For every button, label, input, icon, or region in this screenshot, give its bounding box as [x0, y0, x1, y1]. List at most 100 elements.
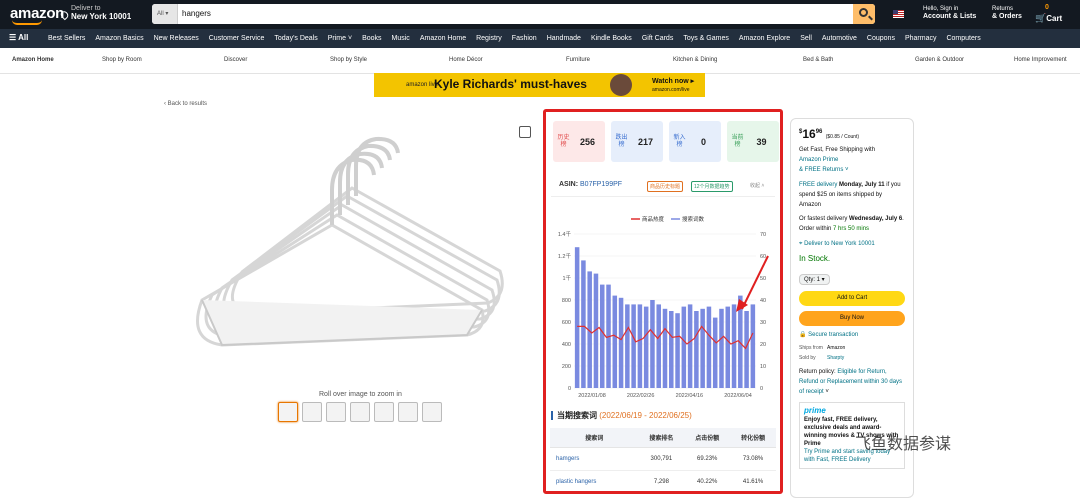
nav-item[interactable]: Music — [387, 29, 415, 48]
nav-item[interactable]: Books — [357, 29, 386, 48]
table-cell: 73.08% — [730, 447, 776, 471]
banner-cta[interactable]: Watch now ▸ amazon.com/live — [652, 78, 694, 94]
prime-link[interactable]: Amazon Prime — [799, 157, 838, 163]
table-header[interactable]: 转化份额 — [730, 428, 776, 448]
share-icon[interactable] — [519, 126, 531, 138]
search-category-select[interactable]: All ▾ — [152, 4, 178, 24]
search-input[interactable]: hangers — [182, 4, 211, 24]
chart-bar — [612, 295, 618, 388]
nav-item[interactable]: Amazon Basics — [90, 29, 148, 48]
nav-item[interactable]: Best Sellers — [43, 29, 90, 48]
nav-item[interactable]: Customer Service — [204, 29, 270, 48]
subnav-item-home-improvement[interactable]: Home Improvement — [1014, 57, 1067, 63]
table-header[interactable]: 搜索词 — [550, 428, 639, 448]
thumbnail[interactable] — [350, 402, 370, 422]
thumbnail[interactable] — [326, 402, 346, 422]
rank-card[interactable]: 新入榜 0 — [669, 121, 721, 162]
nav-item[interactable]: Amazon Explore — [734, 29, 795, 48]
account-menu[interactable]: Hello, Sign in Account & Lists — [923, 5, 976, 21]
nav-item[interactable]: New Releases — [149, 29, 204, 48]
thumbnail[interactable] — [398, 402, 418, 422]
table-header[interactable]: 搜索排名 — [638, 428, 685, 448]
lock-icon: 🔒 — [799, 332, 807, 338]
nav-item[interactable]: Automotive — [817, 29, 862, 48]
table-row: plastic hangers 7,298 40.22% 41.61% — [550, 470, 776, 491]
y-tick-label: 800 — [562, 298, 571, 304]
nav-item[interactable]: Registry — [471, 29, 507, 48]
trend-button[interactable]: 12个月数据趋势 — [691, 181, 733, 192]
us-flag-icon[interactable] — [893, 10, 904, 18]
subnav-item-amazon-home[interactable]: Amazon Home — [12, 57, 54, 63]
y-tick-label: 1.4千 — [558, 230, 572, 238]
all-menu-button[interactable]: ☰ All — [9, 33, 28, 42]
table-header[interactable]: 点击份额 — [684, 428, 731, 448]
rank-card-label: 当前榜 — [731, 134, 744, 148]
subnav-item-furniture[interactable]: Furniture — [566, 57, 590, 63]
nav-item[interactable]: Toys & Games — [678, 29, 734, 48]
nav-item[interactable]: Fashion — [507, 29, 542, 48]
price: $1696 ($0.85 / Count) — [799, 127, 860, 141]
x-tick-label: 2022/02/26 — [627, 393, 655, 399]
table-cell: 7,298 — [638, 470, 685, 491]
nav-items: Best Sellers Amazon Basics New Releases Cus… — [43, 29, 986, 48]
y2-tick-label: 50 — [760, 276, 766, 282]
subnav-item-home-decor[interactable]: Home Décor — [449, 57, 483, 63]
returns-label: Returns — [992, 6, 1014, 12]
buy-now-button[interactable]: Buy Now — [799, 311, 905, 326]
keyword-table: 搜索词 搜索排名 点击份额 转化份额 hamgers 300,791 69.23% 73.0… — [550, 428, 776, 491]
amazon-live-banner[interactable]: amazon live Kyle Richards' must-haves Wa… — [374, 73, 705, 97]
thumbnail[interactable] — [278, 402, 298, 422]
subnav-item-garden-outdoor[interactable]: Garden & Outdoor — [915, 57, 964, 63]
chart-bar — [618, 297, 624, 388]
thumbnail[interactable] — [374, 402, 394, 422]
collapse-button[interactable]: 收起 ˄ — [750, 182, 764, 189]
chart-bar — [669, 311, 674, 388]
x-tick-label: 2022/04/16 — [676, 393, 704, 399]
free-returns-link[interactable]: & FREE Returns ˅ — [799, 167, 849, 173]
quantity-select[interactable]: Qty: 1 ▾ — [799, 274, 830, 285]
nav-item[interactable]: Prime ˅ — [323, 29, 357, 48]
add-to-cart-button[interactable]: Add to Cart — [799, 291, 905, 306]
subnav-item-discover[interactable]: Discover — [224, 57, 247, 63]
returns-orders[interactable]: Returns & Orders — [992, 5, 1022, 21]
secure-transaction-link[interactable]: 🔒 Secure transaction — [799, 330, 905, 340]
deliver-to-label: Deliver to — [71, 5, 101, 12]
deliver-to[interactable]: Deliver to New York 10001 — [71, 5, 131, 21]
rank-card-value: 0 — [700, 136, 706, 147]
nav-item[interactable]: Computers — [941, 29, 985, 48]
rank-card[interactable]: 历史榜 256 — [553, 121, 605, 162]
nav-item[interactable]: Gift Cards — [637, 29, 679, 48]
back-to-results-link[interactable]: ‹ Back to results — [164, 101, 207, 107]
subnav-item-shop-by-style[interactable]: Shop by Style — [330, 57, 367, 63]
nav-item[interactable]: Today's Deals — [269, 29, 322, 48]
deliver-location-link[interactable]: ⌖ Deliver to New York 10001 — [799, 239, 905, 249]
nav-item[interactable]: Coupons — [862, 29, 900, 48]
cart-button[interactable]: 🛒Cart — [1035, 13, 1062, 24]
nav-item[interactable]: Pharmacy — [900, 29, 942, 48]
nav-item[interactable]: Kindle Books — [586, 29, 637, 48]
subnav-item-shop-by-room[interactable]: Shop by Room — [102, 57, 142, 63]
divider — [551, 196, 775, 197]
rank-card[interactable]: 当前榜 39 — [727, 121, 779, 162]
banner-headline: Kyle Richards' must-haves — [434, 77, 587, 91]
rank-card-label: 跌出榜 — [615, 134, 628, 148]
asin-row: ASIN: B07FP199PF — [559, 181, 623, 188]
asin-value[interactable]: B07FP199PF — [580, 181, 622, 188]
chart-bar — [675, 313, 680, 388]
rank-card[interactable]: 跌出榜 217 — [611, 121, 663, 162]
search-button[interactable] — [853, 4, 875, 24]
category-nav-bar: ☰ All Best Sellers Amazon Basics New Relea… — [0, 29, 1080, 48]
product-main-image[interactable] — [182, 130, 512, 380]
rank-card-label: 新入榜 — [673, 134, 686, 148]
keyword-link[interactable]: plastic hangers — [550, 470, 639, 491]
subnav-item-bed-bath[interactable]: Bed & Bath — [803, 57, 833, 63]
nav-item[interactable]: Amazon Home — [415, 29, 471, 48]
history-title-button[interactable]: 商品历史标题 — [647, 181, 684, 192]
thumbnail[interactable] — [422, 402, 442, 422]
nav-item[interactable]: Sell — [795, 29, 817, 48]
thumbnail[interactable] — [302, 402, 322, 422]
nav-item[interactable]: Handmade — [542, 29, 586, 48]
search-icon — [859, 8, 868, 17]
subnav-item-kitchen-dining[interactable]: Kitchen & Dining — [673, 57, 717, 63]
keyword-link[interactable]: hamgers — [550, 447, 639, 471]
